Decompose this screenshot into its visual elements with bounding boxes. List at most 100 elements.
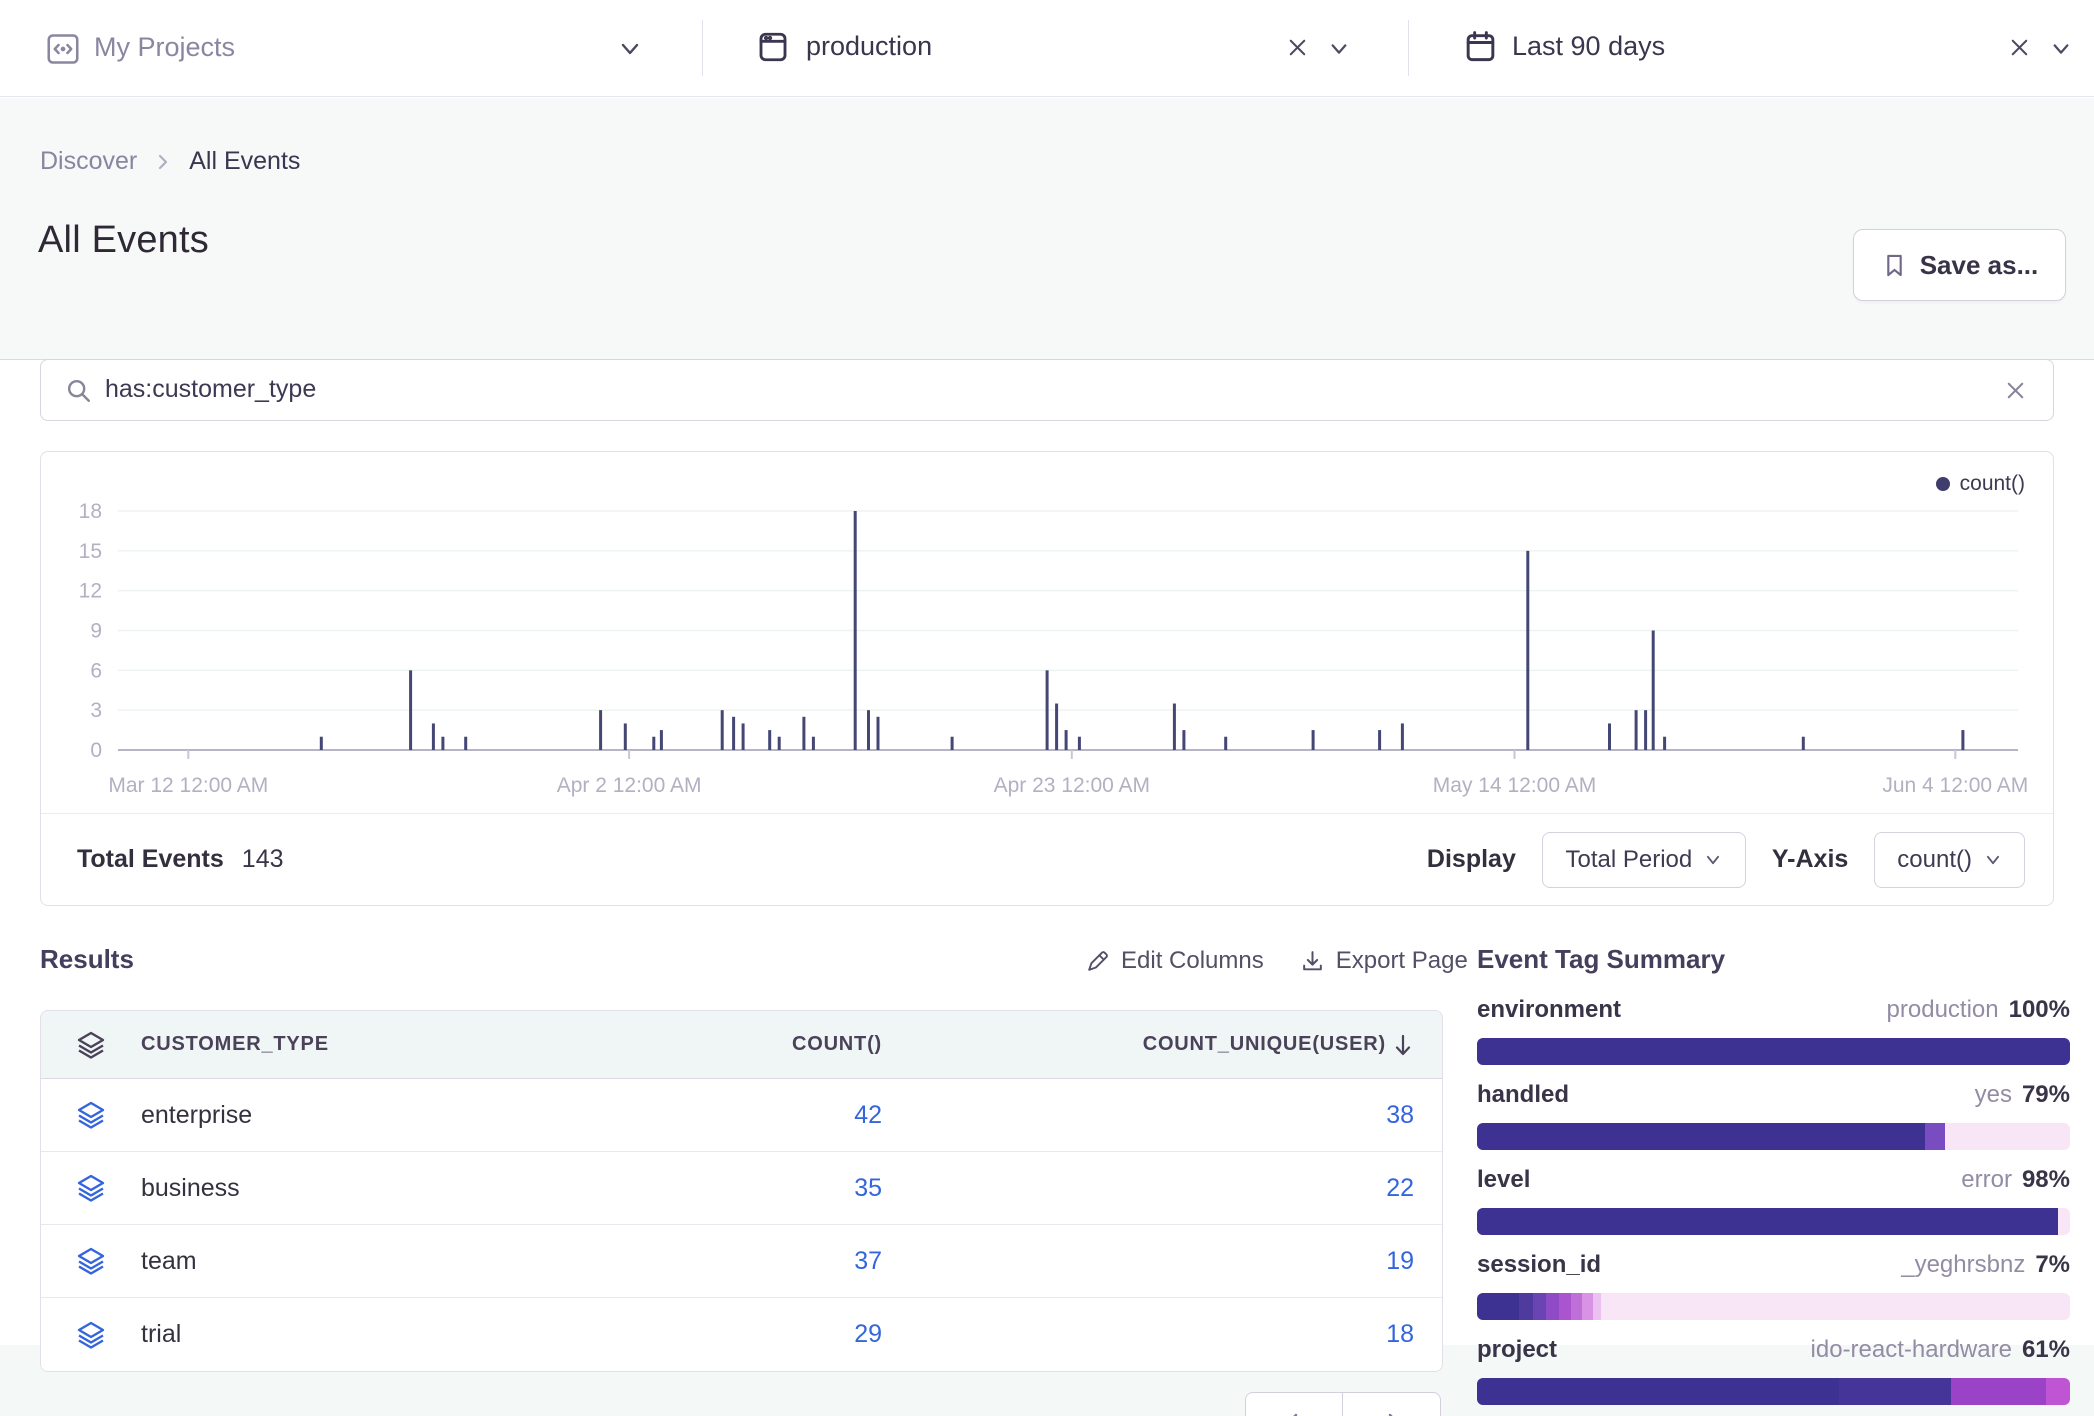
- pencil-icon: [1085, 949, 1110, 974]
- svg-text:Apr 23 12:00 AM: Apr 23 12:00 AM: [994, 774, 1150, 797]
- tag-distribution-bar[interactable]: [1477, 1038, 2070, 1065]
- tag-item-environment: environment production100%: [1477, 996, 2070, 1030]
- tag-distribution-bar[interactable]: [1477, 1123, 2070, 1150]
- projects-icon: [44, 30, 82, 68]
- count-unique-link[interactable]: 19: [912, 1247, 1442, 1276]
- count-link[interactable]: 35: [552, 1174, 912, 1203]
- tag-percent: 98%: [2022, 1166, 2070, 1193]
- tag-percent: 79%: [2022, 1081, 2070, 1108]
- count-link[interactable]: 42: [552, 1101, 912, 1130]
- breadcrumb: Discover All Events: [40, 147, 300, 176]
- export-page-label: Export Page: [1336, 947, 1468, 975]
- edit-columns-label: Edit Columns: [1121, 947, 1264, 975]
- discover-page: My Projects production: [0, 0, 2094, 1416]
- edit-columns-button[interactable]: Edit Columns: [1085, 947, 1264, 975]
- tag-top-value: production: [1887, 996, 1999, 1023]
- search-clear-icon[interactable]: [2002, 377, 2029, 404]
- tag-item-project: project ido-react-hardware61%: [1477, 1336, 2070, 1370]
- project-selector[interactable]: My Projects: [94, 32, 235, 63]
- display-value: Total Period: [1565, 846, 1692, 874]
- yaxis-select[interactable]: count(): [1874, 832, 2025, 888]
- download-icon: [1300, 949, 1325, 974]
- svg-text:Jun 4 12:00 AM: Jun 4 12:00 AM: [1882, 774, 2028, 797]
- count-link[interactable]: 29: [552, 1320, 912, 1349]
- svg-text:Apr 2 12:00 AM: Apr 2 12:00 AM: [557, 774, 702, 797]
- tag-top-value: ido-react-hardware: [1811, 1336, 2012, 1363]
- tag-distribution-bar[interactable]: [1477, 1293, 2070, 1320]
- search-input[interactable]: has:customer_type: [105, 375, 316, 404]
- table-row[interactable]: enterprise 42 38: [41, 1079, 1442, 1152]
- column-count-unique-label: COUNT_UNIQUE(USER): [1143, 1033, 1386, 1056]
- tag-name: session_id: [1477, 1251, 1601, 1279]
- breadcrumb-chevron-icon: [153, 152, 173, 172]
- tag-distribution-bar[interactable]: [1477, 1208, 2070, 1235]
- svg-text:9: 9: [90, 620, 102, 643]
- environment-icon: [755, 29, 791, 65]
- previous-page-button[interactable]: [1245, 1392, 1343, 1416]
- count-link[interactable]: 37: [552, 1247, 912, 1276]
- environment-chevron-icon[interactable]: [1326, 39, 1352, 59]
- tag-distribution-bar[interactable]: [1477, 1378, 2070, 1405]
- layers-icon[interactable]: [41, 1319, 141, 1351]
- events-chart[interactable]: 0369121518Mar 12 12:00 AMApr 2 12:00 AMA…: [41, 452, 2053, 812]
- next-page-button[interactable]: [1343, 1392, 1441, 1416]
- save-as-button[interactable]: Save as...: [1853, 229, 2066, 301]
- breadcrumb-discover[interactable]: Discover: [40, 147, 137, 176]
- svg-text:6: 6: [90, 659, 102, 682]
- event-tag-summary-heading: Event Tag Summary: [1477, 944, 1725, 975]
- calendar-icon: [1462, 28, 1499, 65]
- svg-text:12: 12: [79, 580, 102, 603]
- chevron-down-icon: [1984, 853, 2002, 867]
- bookmark-icon: [1881, 252, 1908, 279]
- table-row[interactable]: team 37 19: [41, 1225, 1442, 1298]
- svg-text:0: 0: [90, 739, 102, 762]
- count-unique-link[interactable]: 18: [912, 1320, 1442, 1349]
- page-header: Discover All Events All Events Save as..…: [0, 98, 2094, 360]
- column-count[interactable]: COUNT(): [552, 1033, 912, 1056]
- tag-percent: 61%: [2022, 1336, 2070, 1363]
- date-chevron-icon[interactable]: [2048, 39, 2074, 59]
- total-events-value: 143: [242, 845, 284, 874]
- total-events-label: Total Events: [77, 845, 224, 874]
- results-table: CUSTOMER_TYPE COUNT() COUNT_UNIQUE(USER)…: [40, 1010, 1443, 1372]
- svg-text:18: 18: [79, 500, 102, 523]
- column-customer-type[interactable]: CUSTOMER_TYPE: [141, 1033, 552, 1056]
- layers-icon[interactable]: [41, 1099, 141, 1131]
- chart-legend: count(): [1936, 472, 2025, 496]
- svg-text:15: 15: [79, 540, 102, 563]
- chevron-down-icon[interactable]: [616, 38, 644, 60]
- table-row[interactable]: trial 29 18: [41, 1298, 1442, 1371]
- export-page-button[interactable]: Export Page: [1300, 947, 1468, 975]
- customer-type-value: team: [141, 1247, 552, 1276]
- svg-text:Mar 12 12:00 AM: Mar 12 12:00 AM: [108, 774, 268, 797]
- tag-top-value: _yeghrsbnz: [1901, 1251, 2025, 1278]
- chart-footer: Total Events 143 Display Total Period Y-…: [41, 813, 2053, 905]
- yaxis-value: count(): [1897, 846, 1972, 874]
- display-select[interactable]: Total Period: [1542, 832, 1746, 888]
- layers-icon[interactable]: [41, 1172, 141, 1204]
- search-bar[interactable]: has:customer_type: [40, 359, 2054, 421]
- layers-icon: [41, 1029, 141, 1061]
- tag-percent: 100%: [2009, 996, 2070, 1023]
- customer-type-value: enterprise: [141, 1101, 552, 1130]
- legend-label: count(): [1960, 472, 2025, 496]
- count-unique-link[interactable]: 22: [912, 1174, 1442, 1203]
- date-range-filter[interactable]: Last 90 days: [1512, 31, 1665, 62]
- yaxis-label: Y-Axis: [1772, 845, 1848, 874]
- tag-top-value: yes: [1975, 1081, 2012, 1108]
- top-bar: My Projects production: [0, 0, 2094, 97]
- chevron-down-icon: [1704, 853, 1722, 867]
- environment-filter[interactable]: production: [806, 31, 932, 62]
- table-row[interactable]: business 35 22: [41, 1152, 1442, 1225]
- sort-desc-icon: [1392, 1033, 1414, 1057]
- topbar-divider: [1408, 20, 1409, 76]
- layers-icon[interactable]: [41, 1245, 141, 1277]
- column-count-unique[interactable]: COUNT_UNIQUE(USER): [912, 1033, 1442, 1057]
- tag-item-level: level error98%: [1477, 1166, 2070, 1200]
- customer-type-value: trial: [141, 1320, 552, 1349]
- environment-clear-icon[interactable]: [1284, 34, 1311, 61]
- date-clear-icon[interactable]: [2006, 34, 2033, 61]
- tag-item-session-id: session_id _yeghrsbnz7%: [1477, 1251, 2070, 1285]
- count-unique-link[interactable]: 38: [912, 1101, 1442, 1130]
- tag-item-handled: handled yes79%: [1477, 1081, 2070, 1115]
